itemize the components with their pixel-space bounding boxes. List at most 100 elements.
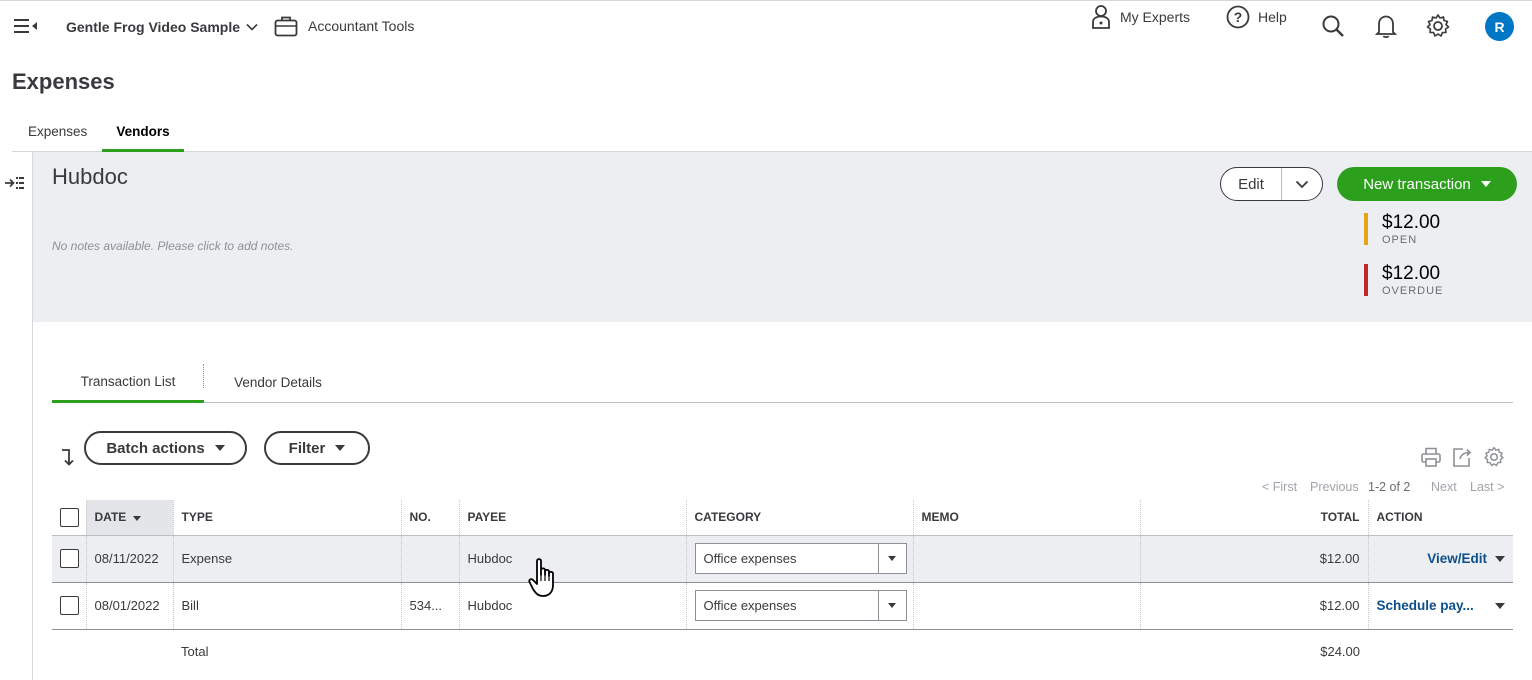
- table-row[interactable]: 08/01/2022 Bill 534... Hubdoc Office exp…: [52, 582, 1513, 630]
- help-button[interactable]: ? Help: [1226, 1, 1287, 33]
- total-cell: $12.00: [1139, 535, 1368, 583]
- date-cell: 08/11/2022: [85, 535, 173, 583]
- row-select-cell: [52, 582, 86, 630]
- vendor-notes[interactable]: No notes available. Please click to add …: [52, 239, 293, 253]
- action-dropdown-icon[interactable]: [1495, 555, 1505, 562]
- person-icon: [1092, 5, 1110, 29]
- action-column-header: ACTION: [1367, 500, 1513, 536]
- total-column-header[interactable]: TOTAL: [1139, 500, 1368, 536]
- date-column-header[interactable]: DATE: [85, 500, 173, 536]
- briefcase-icon: [274, 16, 298, 37]
- gear-icon[interactable]: [1425, 13, 1451, 39]
- memo-cell: [912, 582, 1140, 630]
- schedule-payment-link[interactable]: Schedule pay...: [1377, 598, 1474, 613]
- bell-icon[interactable]: [1375, 13, 1397, 39]
- overdue-amount: $12.00: [1382, 263, 1441, 284]
- category-value: Office expenses: [703, 551, 797, 566]
- sort-desc-icon: [132, 515, 141, 521]
- total-row: Total $24.00: [52, 629, 1513, 673]
- action-cell: View/Edit: [1367, 535, 1513, 583]
- filter-button[interactable]: Filter: [264, 431, 370, 465]
- tab-expenses[interactable]: Expenses: [28, 124, 87, 152]
- svg-text:?: ?: [1234, 9, 1243, 25]
- edit-button-group: Edit: [1220, 167, 1323, 201]
- batch-actions-label: Batch actions: [106, 439, 205, 457]
- no-cell: [400, 535, 459, 583]
- overdue-indicator: [1364, 264, 1368, 296]
- table-row[interactable]: 08/11/2022 Expense Hubdoc Office expense…: [52, 535, 1513, 583]
- export-icon[interactable]: [1451, 446, 1473, 468]
- caret-down-icon: [888, 556, 896, 561]
- category-dropdown-button[interactable]: [877, 544, 906, 573]
- avatar[interactable]: R: [1485, 12, 1514, 41]
- edit-button[interactable]: Edit: [1221, 168, 1282, 200]
- tab-vendors[interactable]: Vendors: [102, 124, 184, 152]
- open-balance[interactable]: $12.00 OPEN: [1364, 212, 1484, 246]
- menu-toggle-icon[interactable]: [14, 17, 38, 35]
- transactions-table: DATE TYPE NO. PAYEE CATEGORY MEMO TOTAL …: [52, 500, 1513, 673]
- pager-previous[interactable]: Previous: [1310, 480, 1359, 494]
- total-cell: $12.00: [1139, 582, 1368, 630]
- category-value: Office expenses: [703, 598, 797, 613]
- total-row-label: Total: [181, 643, 209, 659]
- page-title: Expenses: [12, 69, 115, 94]
- edit-dropdown-button[interactable]: [1282, 168, 1322, 200]
- expand-panel-icon[interactable]: [5, 176, 25, 190]
- category-dropdown-button[interactable]: [877, 591, 906, 620]
- my-experts-button[interactable]: My Experts: [1090, 1, 1190, 33]
- category-column-header[interactable]: CATEGORY: [685, 500, 913, 536]
- open-amount: $12.00: [1382, 212, 1441, 233]
- chevron-down-icon: [246, 23, 258, 31]
- collapse-rows-icon[interactable]: [60, 447, 80, 467]
- table-settings-gear-icon[interactable]: [1483, 446, 1505, 468]
- accountant-tools-button[interactable]: Accountant Tools: [274, 15, 414, 37]
- no-column-header[interactable]: NO.: [400, 500, 459, 536]
- tab-vendor-details[interactable]: Vendor Details: [212, 362, 344, 403]
- tab-transaction-list[interactable]: Transaction List: [52, 362, 204, 403]
- type-column-header[interactable]: TYPE: [172, 500, 401, 536]
- company-switcher[interactable]: Gentle Frog Video Sample: [66, 19, 258, 35]
- new-transaction-button[interactable]: New transaction: [1337, 167, 1517, 201]
- memo-column-header[interactable]: MEMO: [912, 500, 1140, 536]
- search-icon[interactable]: [1321, 14, 1345, 38]
- select-all-checkbox[interactable]: [60, 507, 79, 527]
- pager-last[interactable]: Last >: [1470, 480, 1504, 494]
- pager-range: 1-2 of 2: [1368, 480, 1411, 494]
- open-indicator: [1364, 213, 1368, 245]
- row-checkbox[interactable]: [60, 549, 79, 568]
- pager-next[interactable]: Next: [1431, 480, 1457, 494]
- caret-down-icon: [1480, 181, 1491, 187]
- avatar-initial: R: [1494, 18, 1505, 35]
- select-all-cell: [52, 500, 86, 536]
- caret-down-icon: [888, 603, 896, 608]
- category-select[interactable]: Office expenses: [694, 543, 907, 574]
- view-edit-link[interactable]: View/Edit: [1427, 551, 1487, 566]
- caret-down-icon: [335, 445, 346, 451]
- pager-first[interactable]: < First: [1262, 480, 1297, 494]
- payee-column-header[interactable]: PAYEE: [458, 500, 686, 536]
- help-label: Help: [1258, 9, 1287, 25]
- category-select[interactable]: Office expenses: [694, 590, 907, 621]
- main-tabs: Expenses Vendors: [12, 118, 1532, 152]
- date-cell: 08/01/2022: [85, 582, 173, 630]
- type-cell: Expense: [172, 535, 401, 583]
- row-checkbox[interactable]: [60, 596, 79, 615]
- row-select-cell: [52, 535, 86, 583]
- vendor-header-panel: Hubdoc No notes available. Please click …: [33, 152, 1532, 322]
- caret-down-icon: [214, 445, 225, 451]
- category-cell: Office expenses: [685, 582, 913, 630]
- date-header-label: DATE: [94, 510, 127, 525]
- payee-cell: Hubdoc: [458, 582, 686, 630]
- top-bar: Gentle Frog Video Sample Accountant Tool…: [0, 0, 1532, 52]
- left-rail: [0, 152, 33, 680]
- payee-cell: Hubdoc: [458, 535, 686, 583]
- batch-actions-button[interactable]: Batch actions: [84, 431, 247, 465]
- action-dropdown-icon[interactable]: [1495, 602, 1505, 609]
- print-icon[interactable]: [1420, 446, 1442, 468]
- new-transaction-label: New transaction: [1363, 175, 1471, 193]
- type-cell: Bill: [172, 582, 401, 630]
- table-header-row: DATE TYPE NO. PAYEE CATEGORY MEMO TOTAL …: [52, 500, 1513, 536]
- overdue-balance[interactable]: $12.00 OVERDUE: [1364, 263, 1484, 297]
- overdue-label: OVERDUE: [1382, 285, 1444, 297]
- category-cell: Office expenses: [685, 535, 913, 583]
